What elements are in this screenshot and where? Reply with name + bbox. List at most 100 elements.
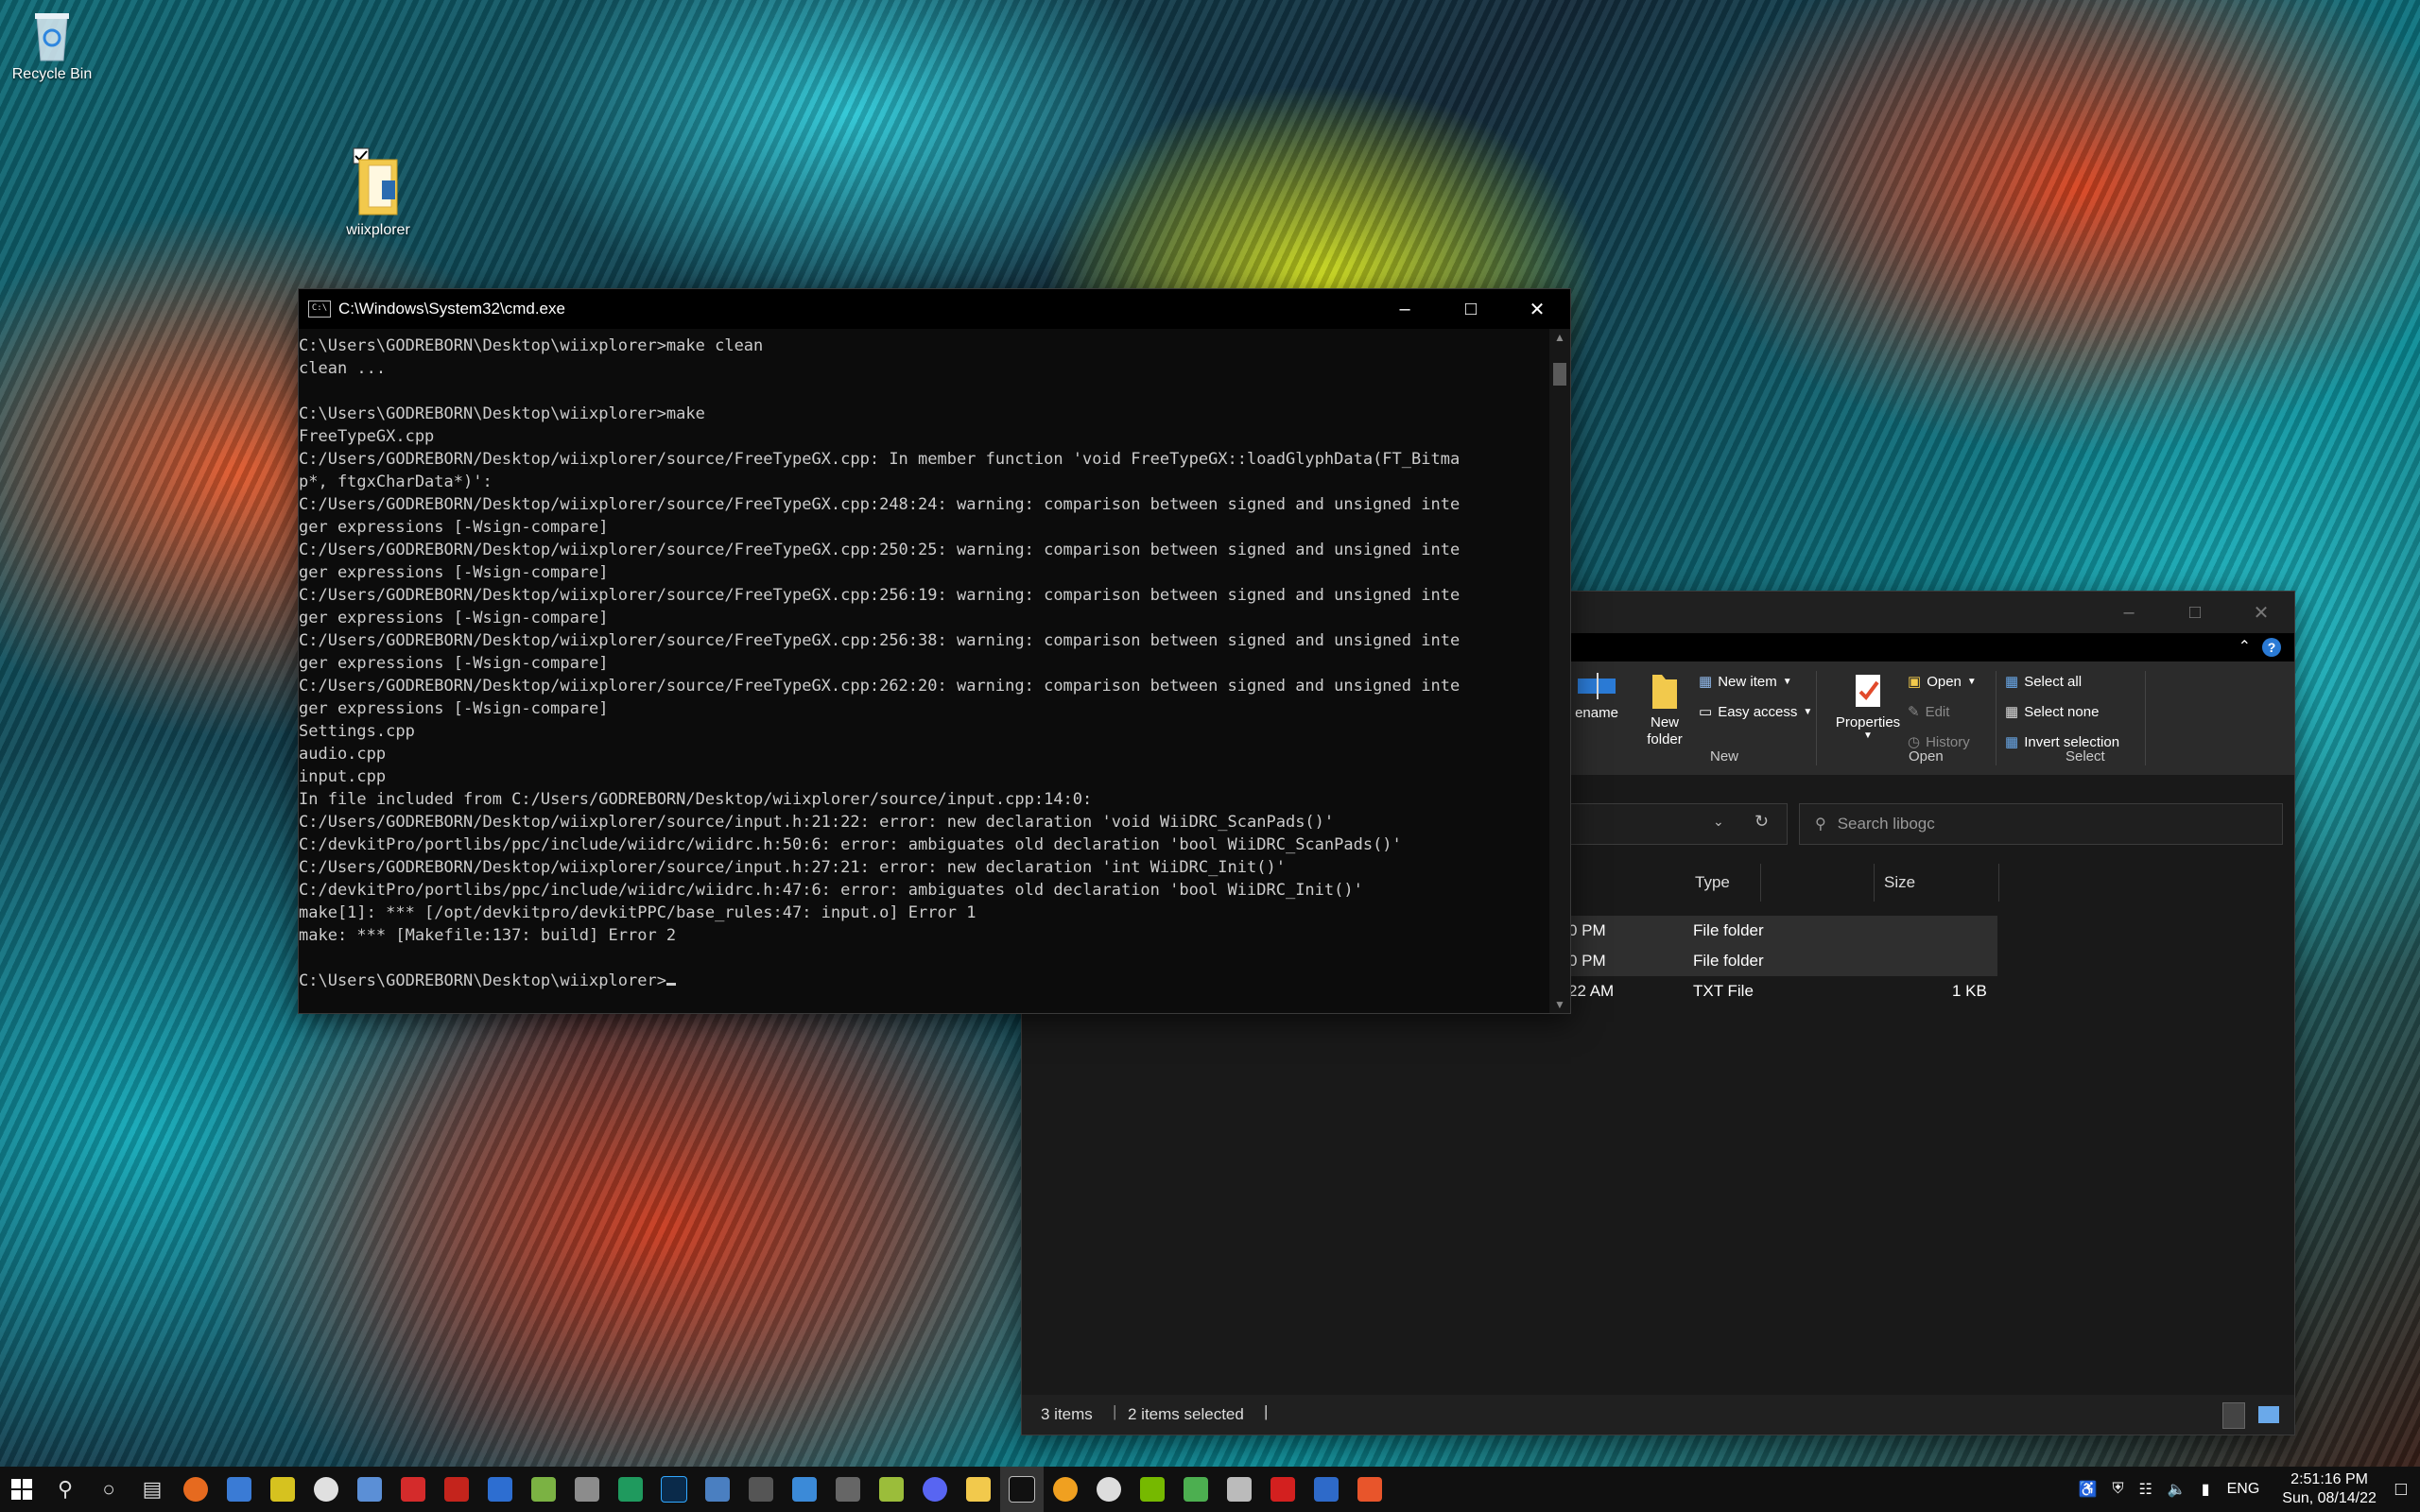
select-none-button[interactable]: ▦ Select none [2005, 703, 2099, 721]
column-header-type[interactable]: Type [1685, 864, 1875, 902]
edit-button[interactable]: ✎ Edit [1908, 703, 1949, 721]
taskbar: ⚲ ○ ▤ ♿ ⛨ ☷ 🔈 ▮ ENG 2:51:16 PM Sun, 08/1… [0, 1467, 2420, 1512]
volume-icon[interactable]: 🔈 [2168, 1480, 2187, 1499]
shield-icon[interactable]: ⛨ [2113, 1481, 2124, 1498]
desktop-icon-recycle-bin[interactable]: Recycle Bin [9, 8, 95, 83]
search-icon: ⚲ [1815, 816, 1826, 833]
taskbar-app-acrobat[interactable] [1261, 1467, 1305, 1512]
taskbar-app-14[interactable] [739, 1467, 783, 1512]
scroll-up-icon[interactable]: ▲ [1549, 331, 1570, 344]
column-header-size[interactable]: Size [1875, 864, 1999, 902]
taskbar-app-28[interactable] [1348, 1467, 1392, 1512]
task-view-icon[interactable]: ▤ [130, 1467, 174, 1512]
taskbar-app-9[interactable] [522, 1467, 565, 1512]
ribbon-divider [2145, 671, 2146, 765]
filezilla-icon [444, 1477, 469, 1502]
easy-access-button[interactable]: ▭ Easy access ▼ [1699, 703, 1812, 721]
search-icon[interactable]: ⚲ [43, 1467, 87, 1512]
search-input[interactable]: ⚲ Search libogc [1799, 803, 2283, 845]
details-view-icon[interactable] [2222, 1402, 2245, 1429]
taskbar-app-cmd[interactable] [1000, 1467, 1044, 1512]
taskbar-app-16[interactable] [826, 1467, 870, 1512]
refresh-icon[interactable]: ↻ [1754, 812, 1769, 832]
open-button[interactable]: ▣ Open ▼ [1908, 673, 1977, 691]
new-folder-button[interactable]: New folder [1636, 671, 1693, 748]
taskbar-app-8[interactable] [478, 1467, 522, 1512]
cmd-title-bar[interactable]: C:\ C:\Windows\System32\cmd.exe – □ ✕ [299, 289, 1570, 329]
chevron-down-icon[interactable]: ⌄ [1713, 814, 1724, 830]
cortana-icon[interactable]: ○ [87, 1467, 130, 1512]
taskbar-app-10[interactable] [565, 1467, 609, 1512]
notification-icon[interactable]: □ [2395, 1479, 2407, 1501]
maximize-button[interactable]: □ [1438, 289, 1504, 329]
taskbar-app-3[interactable] [261, 1467, 304, 1512]
chevron-down-icon: ▼ [1863, 730, 1873, 741]
taskbar-app-15[interactable] [783, 1467, 826, 1512]
language-indicator[interactable]: ENG [2227, 1481, 2260, 1498]
vertical-scrollbar[interactable]: ▲ ▼ [1549, 329, 1570, 1013]
file-explorer-icon [966, 1477, 991, 1502]
app-icon [270, 1477, 295, 1502]
close-button[interactable]: ✕ [2228, 592, 2294, 633]
text-cursor [666, 983, 676, 986]
large-icons-view-icon[interactable] [2258, 1406, 2279, 1423]
taskbar-app-5[interactable] [348, 1467, 391, 1512]
taskbar-app-13[interactable] [696, 1467, 739, 1512]
taskbar-app-nvidia[interactable] [1131, 1467, 1174, 1512]
console-line: clean ... [299, 359, 387, 378]
app-icon [879, 1477, 904, 1502]
scrollbar-thumb[interactable] [1553, 363, 1566, 386]
taskbar-app-firefox[interactable] [174, 1467, 217, 1512]
folder-icon [353, 147, 398, 215]
help-icon[interactable]: ? [2262, 638, 2281, 657]
window-title: C:\Windows\System32\cmd.exe [338, 300, 565, 318]
taskbar-app-explorer[interactable] [957, 1467, 1000, 1512]
close-button[interactable]: ✕ [1504, 289, 1570, 329]
collapse-ribbon-icon[interactable]: ⌃ [2238, 637, 2251, 656]
taskbar-app-6[interactable] [391, 1467, 435, 1512]
console-line: C:\Users\GODREBORN\Desktop\wiixplorer>ma… [299, 336, 764, 355]
minimize-button[interactable]: – [1372, 289, 1438, 329]
app-icon [357, 1477, 382, 1502]
console-line: C:/devkitPro/portlibs/ppc/include/wiidrc… [299, 835, 1402, 854]
taskbar-app-2[interactable] [217, 1467, 261, 1512]
taskbar-app-17[interactable] [870, 1467, 913, 1512]
taskbar-app-24[interactable] [1174, 1467, 1218, 1512]
rename-button[interactable]: ename [1568, 671, 1625, 721]
battery-icon[interactable]: ▮ [2202, 1480, 2210, 1499]
network-icon[interactable]: ☷ [2139, 1480, 2152, 1499]
taskbar-app-photoshop[interactable] [652, 1467, 696, 1512]
select-all-button[interactable]: ▦ Select all [2005, 673, 2082, 691]
taskbar-app-filezilla[interactable] [435, 1467, 478, 1512]
taskbar-app-discord[interactable] [913, 1467, 957, 1512]
system-tray: ♿ ⛨ ☷ 🔈 ▮ ENG 2:51:16 PM Sun, 08/14/22 □ [2071, 1467, 2420, 1512]
firefox-icon [183, 1477, 208, 1502]
acrobat-icon [1270, 1477, 1295, 1502]
minimize-button[interactable]: – [2096, 592, 2162, 633]
taskbar-app-21[interactable] [1044, 1467, 1087, 1512]
taskbar-app-4[interactable] [304, 1467, 348, 1512]
windows-logo-icon [11, 1479, 32, 1500]
properties-button[interactable]: Properties ▼ [1830, 671, 1906, 741]
scroll-down-icon[interactable]: ▼ [1549, 998, 1570, 1011]
taskbar-app-25[interactable] [1218, 1467, 1261, 1512]
console-line: ger expressions [-Wsign-compare] [299, 654, 609, 673]
start-button[interactable] [0, 1467, 43, 1512]
taskbar-app-discord-2[interactable] [1087, 1467, 1131, 1512]
clock-time: 2:51:16 PM [2290, 1471, 2368, 1487]
bluetooth-icon[interactable]: ♿ [2079, 1480, 2098, 1499]
app-icon [1053, 1477, 1078, 1502]
selection-count: 2 items selected [1128, 1405, 1244, 1423]
new-item-icon: ▦ [1699, 674, 1713, 690]
taskbar-app-11[interactable] [609, 1467, 652, 1512]
desktop-icon-wiixplorer[interactable]: wiixplorer [336, 146, 421, 239]
console-prompt[interactable]: C:\Users\GODREBORN\Desktop\wiixplorer> [299, 970, 1547, 992]
taskbar-app-27[interactable] [1305, 1467, 1348, 1512]
address-bar[interactable]: ⌄ ↻ [1568, 803, 1788, 845]
console-output[interactable]: C:\Users\GODREBORN\Desktop\wiixplorer> ma… [299, 329, 1547, 1013]
clock[interactable]: 2:51:16 PM Sun, 08/14/22 [2282, 1470, 2377, 1508]
new-item-button[interactable]: ▦ New item ▼ [1699, 673, 1792, 691]
console-line: C:/Users/GODREBORN/Desktop/wiixplorer/so… [299, 450, 1461, 469]
easy-access-icon: ▭ [1699, 704, 1713, 720]
maximize-button[interactable]: □ [2162, 592, 2228, 633]
